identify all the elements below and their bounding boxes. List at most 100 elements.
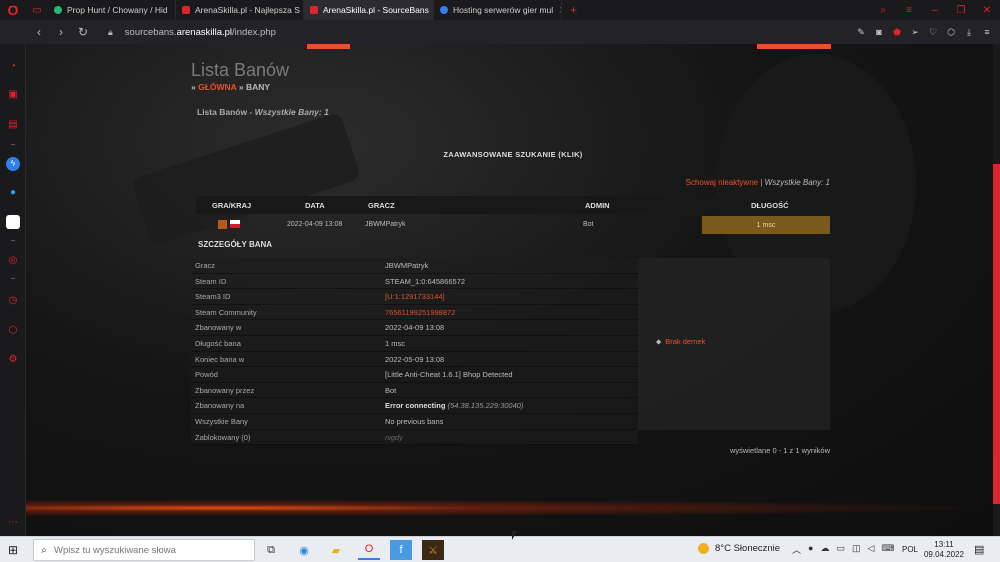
task-view-icon[interactable]: ⧉ [260, 540, 282, 560]
tab-arenaskilla-home[interactable]: ArenaSkilla.pl - Najlepsza S ✕ [176, 0, 304, 20]
history-icon[interactable]: ◷ [6, 294, 20, 308]
detail-row-player: Gracz JBWMPatryk [191, 258, 638, 274]
search-icon: ⌕ [41, 544, 47, 556]
hide-inactive-link[interactable]: Schowaj nieaktywne [686, 178, 758, 187]
chevron-up-icon[interactable]: ︿ [792, 543, 801, 556]
col-game: GRA/KRAJ [212, 201, 252, 210]
opera-taskbar-icon[interactable]: O [358, 540, 380, 560]
tab-hosting[interactable]: Hosting serwerów gier mul ✕ [434, 0, 562, 20]
menu-lines-icon[interactable]: ≡ [980, 27, 994, 37]
twitter-icon[interactable]: ● [6, 186, 20, 200]
address-tools: ✎ ◙ ⬟ ➢ ♡ ⬡ ⤓ ≡ [854, 20, 994, 44]
volume-icon[interactable]: ◁ [867, 543, 874, 556]
pagination-info: wyświetlane 0 - 1 z 1 wyników [729, 446, 830, 455]
weather-widget[interactable]: 8°C Słonecznie [698, 543, 780, 554]
settings-icon[interactable]: ⚙ [6, 353, 20, 367]
search-icon[interactable]: ⌕ [870, 0, 896, 20]
steam3-id-link[interactable]: [U:1:1291733144] [385, 292, 445, 301]
app-f-icon[interactable]: f [390, 540, 412, 560]
all-bans-count: Wszystkie Bany: 1 [764, 178, 830, 187]
opera-logo-icon[interactable]: O [0, 0, 26, 20]
file-explorer-icon[interactable]: ▰ [325, 540, 347, 560]
notification-icon[interactable]: ▤ [974, 543, 984, 556]
sidebar-divider [11, 278, 15, 279]
scrollbar-thumb[interactable] [993, 164, 1000, 504]
screen: O ▭ Prop Hunt / Chowany / Hid ArenaSkill… [0, 0, 1000, 562]
steam-community-link[interactable]: 76561199251998872 [385, 308, 455, 317]
ban-date: 2022-04-09 13:08 [287, 221, 343, 228]
twitch-icon[interactable]: ▤ [6, 118, 20, 132]
tab-label: ArenaSkilla.pl - Najlepsza S [195, 5, 300, 15]
back-icon[interactable]: ‹ [28, 25, 50, 39]
restore-icon[interactable]: ❐ [948, 0, 974, 20]
close-window-icon[interactable]: ✕ [974, 0, 1000, 20]
shield-icon[interactable]: ⬟ [890, 27, 904, 38]
minimize-icon[interactable]: – [922, 0, 948, 20]
system-tray: ︿ ● ☁ ▭ ◫ ◁ ⌨ [792, 543, 894, 556]
page-title: Lista Banów [191, 60, 290, 80]
download-icon[interactable]: ⤓ [962, 27, 976, 38]
camera-icon[interactable]: ◙ [872, 27, 886, 37]
breadcrumb: » GŁÓWNA » BANY [191, 82, 271, 92]
detail-row-steam3-id: Steam3 ID [U:1:1291733144] [191, 289, 638, 305]
nav-accent-bar [307, 44, 350, 49]
send-icon[interactable]: ➢ [908, 27, 922, 38]
clock[interactable]: 13:11 09.04.2022 [922, 540, 966, 560]
edge-icon[interactable]: ◉ [293, 540, 315, 560]
detail-row-ban-end: Koniec bana w 2022-05-09 13:08 [191, 351, 638, 368]
detail-row-banned-on: Zbanowany na Error connecting (54.38.135.… [191, 398, 638, 414]
forward-icon[interactable]: › [50, 25, 72, 39]
language-indicator[interactable]: POL [902, 545, 918, 554]
sidebar-divider [11, 144, 15, 145]
speed-dial-icon[interactable]: ◔ [6, 60, 20, 74]
breadcrumb-home-link[interactable]: GŁÓWNA [198, 82, 236, 92]
taskbar-search-input[interactable] [54, 544, 244, 556]
chat-icon[interactable] [6, 215, 20, 229]
gamepad-icon[interactable]: ▭ [26, 0, 48, 20]
url-field[interactable]: sourcebans.arenaskilla.pl/index.php [125, 27, 276, 38]
extensions-icon[interactable]: ⬡ [6, 324, 20, 338]
opera-sidebar: ◔ ▣ ▤ ϟ ● ◎ ◷ ⬡ ⚙ ⋯ [0, 44, 26, 536]
csgo-icon[interactable]: ⚔ [422, 540, 444, 560]
table-row[interactable]: 2022-04-09 13:08 JBWMPatryk Bot 1 msc [196, 216, 830, 234]
col-admin: ADMIN [585, 201, 610, 210]
cube-icon[interactable]: ⬡ [944, 27, 958, 38]
player-icon[interactable]: ◎ [6, 254, 20, 268]
tab-favicon-icon [310, 6, 318, 14]
new-tab-button[interactable]: + [562, 3, 585, 17]
tab-prop-hunt[interactable]: Prop Hunt / Chowany / Hid [48, 0, 176, 20]
tab-favicon-icon [54, 6, 62, 14]
tab-favicon-icon [440, 6, 448, 14]
tab-arenaskilla-sourcebans[interactable]: ArenaSkilla.pl - SourceBans ✕ [304, 0, 434, 20]
keyboard-icon[interactable]: ⌨ [881, 543, 894, 556]
onedrive-icon[interactable]: ☁ [820, 543, 829, 556]
demo-panel: ⬥ Brak demek [638, 258, 830, 430]
demo-icon: ⬥ [656, 337, 662, 346]
windows-start-icon[interactable]: ⊞ [8, 544, 20, 556]
microphone-icon[interactable]: ● [808, 543, 813, 556]
detail-row-all-bans: Wszystkie Bany No previous bans [191, 413, 638, 430]
detail-row-banned-at: Zbanowany w 2022-04-09 13:08 [191, 320, 638, 336]
lock-icon: 🔒︎ [108, 26, 113, 37]
col-date: DATA [305, 201, 325, 210]
messenger-icon[interactable]: ϟ [6, 157, 20, 171]
sun-icon [698, 543, 709, 554]
browser-tab-bar: O ▭ Prop Hunt / Chowany / Hid ArenaSkill… [0, 0, 1000, 20]
edit-icon[interactable]: ✎ [854, 27, 868, 38]
ban-table-header: GRA/KRAJ DATA GRACZ ADMIN DŁUGOŚĆ [196, 196, 830, 214]
window-controls: ⌕ ≡ – ❐ ✕ [870, 0, 1000, 20]
battery-icon[interactable]: ▭ [836, 543, 845, 556]
tab-label: ArenaSkilla.pl - SourceBans [323, 5, 429, 15]
taskbar-search[interactable]: ⌕ [33, 539, 255, 561]
heart-icon[interactable]: ♡ [926, 27, 940, 38]
no-demos-link[interactable]: ⬥ Brak demek [656, 337, 705, 347]
bag-icon[interactable]: ▣ [6, 88, 20, 102]
address-bar: ‹ › ↻ 🔒︎ sourcebans.arenaskilla.pl/index… [0, 20, 1000, 44]
more-icon[interactable]: ⋯ [6, 516, 20, 530]
menu-icon[interactable]: ≡ [896, 0, 922, 20]
advanced-search-toggle[interactable]: ZAAWANSOWANE SZUKANIE (KLIK) [196, 140, 830, 168]
reload-icon[interactable]: ↻ [72, 25, 94, 39]
network-icon[interactable]: ◫ [852, 543, 861, 556]
page-scrollbar[interactable] [993, 44, 1000, 536]
list-heading: Lista Banów - Wszystkie Bany: 1 [197, 107, 329, 117]
